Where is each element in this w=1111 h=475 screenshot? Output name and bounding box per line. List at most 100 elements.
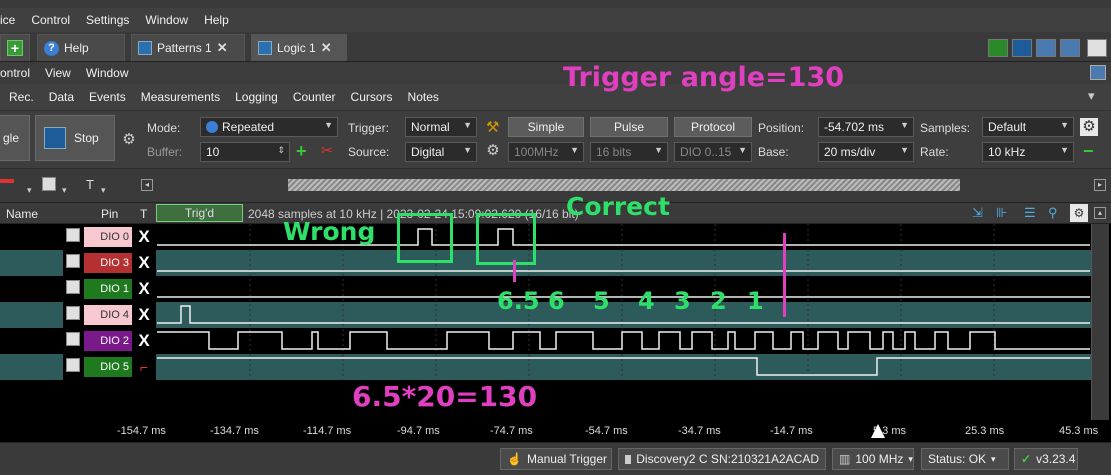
- add-icon[interactable]: +: [296, 141, 307, 162]
- minus-icon[interactable]: −: [1083, 141, 1094, 162]
- restore-icon[interactable]: [1090, 65, 1106, 80]
- position-value: -54.702 ms: [824, 120, 885, 134]
- version-button[interactable]: ✓ v3.23.4: [1014, 448, 1078, 470]
- samples-value: Default: [988, 120, 1027, 134]
- check-icon: ✓: [1021, 452, 1032, 466]
- tab-logic[interactable]: Logic 1 ✕: [251, 34, 347, 61]
- toolbar-notes[interactable]: Notes: [401, 90, 447, 104]
- correct-annotation: Correct: [566, 192, 670, 221]
- trigger-column-header: T: [140, 207, 148, 221]
- position-label: Position:: [758, 121, 805, 135]
- menu-view[interactable]: View: [37, 66, 78, 80]
- buffer-value: 10: [206, 145, 220, 159]
- status-indicator[interactable]: Status: OK ▾: [921, 448, 1009, 470]
- menu-window-instrument[interactable]: Window: [78, 66, 136, 80]
- source-select[interactable]: Digital ▼: [405, 142, 477, 162]
- close-tab-icon[interactable]: ✕: [217, 40, 228, 56]
- channel-header: Name Pin T Trig'd 2048 samples at 10 kHz…: [0, 202, 1111, 224]
- correct-pulse-box: [476, 213, 536, 265]
- trigger-rate-value: 100MHz: [514, 145, 559, 159]
- chevron-down-icon[interactable]: ▾: [27, 185, 32, 196]
- tab-patterns[interactable]: Patterns 1 ✕: [131, 34, 245, 61]
- menu-settings[interactable]: Settings: [77, 13, 136, 27]
- gear-icon[interactable]: ⚙: [120, 131, 138, 149]
- toolbar-menu-icon[interactable]: ▾: [1088, 88, 1095, 104]
- time-tick-label: -134.7 ms: [210, 425, 259, 437]
- toolbar-logging[interactable]: Logging: [228, 90, 286, 104]
- cut-icon[interactable]: ✂: [321, 142, 333, 159]
- time-scrollbar[interactable]: [288, 179, 960, 191]
- stop-button[interactable]: Stop: [35, 115, 115, 161]
- mode-label: Mode:: [147, 121, 181, 135]
- trigger-angle-annotation: Trigger angle=130: [563, 62, 845, 93]
- zoom-icon[interactable]: ⚲: [1048, 205, 1058, 221]
- trigger-rate-select[interactable]: 100MHz ▼: [508, 142, 584, 162]
- stop-button-label: Stop: [74, 131, 99, 145]
- vertical-scrollbar-end[interactable]: [1091, 380, 1109, 420]
- toolbar-data[interactable]: Data: [42, 90, 82, 104]
- toolbar-rec[interactable]: Rec.: [0, 90, 42, 104]
- device-button[interactable]: Discovery2 C SN:210321A2ACAD: [618, 448, 826, 470]
- trigger-position-marker[interactable]: [870, 424, 886, 438]
- base-select[interactable]: 20 ms/div ▼: [818, 142, 914, 162]
- marker-icon[interactable]: [0, 179, 14, 183]
- stop-icon[interactable]: [1012, 39, 1032, 57]
- scroll-up-icon[interactable]: ▴: [1094, 207, 1106, 219]
- gear-icon[interactable]: ⚙: [1080, 118, 1098, 136]
- bits-select[interactable]: 16 bits ▼: [590, 142, 668, 162]
- time-tick-label: -74.7 ms: [490, 425, 533, 437]
- scroll-right-icon[interactable]: ▸: [1094, 179, 1106, 191]
- mode-select[interactable]: Repeated ▼: [200, 117, 338, 137]
- toolbar-cursors[interactable]: Cursors: [344, 90, 401, 104]
- vertical-scrollbar[interactable]: [1091, 224, 1109, 380]
- cursor-icon[interactable]: ⇲: [972, 205, 983, 221]
- dio4-trace: [157, 305, 1090, 324]
- tile-windows-icon[interactable]: [1060, 39, 1080, 57]
- samples-select[interactable]: Default ▼: [982, 117, 1074, 137]
- ruler-icon[interactable]: ⊪: [996, 205, 1007, 221]
- toolbar-counter[interactable]: Counter: [286, 90, 344, 104]
- tab-help[interactable]: ? Help: [37, 34, 125, 61]
- single-button[interactable]: gle: [0, 115, 30, 161]
- chevron-down-icon: ▼: [654, 145, 663, 155]
- gear-icon[interactable]: ⚙: [1070, 204, 1088, 222]
- pulse-trigger-button[interactable]: Pulse: [590, 117, 668, 137]
- scroll-left-icon[interactable]: ◂: [141, 179, 153, 191]
- base-label: Base:: [758, 145, 789, 159]
- dock-icon[interactable]: [1087, 39, 1107, 57]
- dio-range-select[interactable]: DIO 0..15 ▼: [674, 142, 752, 162]
- chevron-down-icon[interactable]: ▾: [101, 185, 106, 196]
- menu-control[interactable]: Control: [22, 13, 77, 27]
- menu-help[interactable]: Help: [195, 13, 236, 27]
- pink-marker-long: [783, 233, 786, 317]
- buffer-input[interactable]: 10 ⇕: [200, 142, 290, 162]
- menu-window[interactable]: Window: [136, 13, 195, 27]
- add-tab-icon[interactable]: +: [7, 40, 23, 56]
- simple-trigger-button[interactable]: Simple: [508, 117, 584, 137]
- toolbar-measurements[interactable]: Measurements: [134, 90, 228, 104]
- manual-trigger-button[interactable]: ☝ Manual Trigger: [500, 448, 612, 470]
- run-icon[interactable]: [988, 39, 1008, 57]
- cascade-windows-icon[interactable]: [1036, 39, 1056, 57]
- chevron-down-icon[interactable]: ▾: [62, 185, 67, 196]
- countdown-label: 3: [674, 287, 691, 315]
- tab-patterns-label: Patterns 1: [157, 41, 212, 55]
- dio2-trace: [157, 331, 1090, 350]
- menu-device[interactable]: ice: [0, 13, 22, 27]
- close-tab-icon[interactable]: ✕: [321, 40, 332, 56]
- position-input[interactable]: -54.702 ms ▼: [818, 117, 914, 137]
- list-icon[interactable]: ☰: [1024, 205, 1036, 221]
- edit-icon[interactable]: [42, 177, 56, 191]
- trigger-hammer-icon[interactable]: ⚒: [486, 118, 499, 136]
- protocol-trigger-button[interactable]: Protocol: [674, 117, 752, 137]
- toolbar-events[interactable]: Events: [82, 90, 134, 104]
- tab-add[interactable]: +: [0, 34, 30, 61]
- menu-control-instrument[interactable]: ontrol: [0, 66, 37, 80]
- rate-select[interactable]: 10 kHz ▼: [982, 142, 1074, 162]
- wrong-pulse-box: [397, 213, 453, 263]
- text-icon[interactable]: T: [86, 177, 94, 192]
- clock-select[interactable]: ▥ 100 MHz ▾: [832, 448, 914, 470]
- hand-icon: ☝: [507, 452, 522, 466]
- gear-icon[interactable]: ⚙: [484, 142, 502, 160]
- trigger-select[interactable]: Normal ▼: [405, 117, 477, 137]
